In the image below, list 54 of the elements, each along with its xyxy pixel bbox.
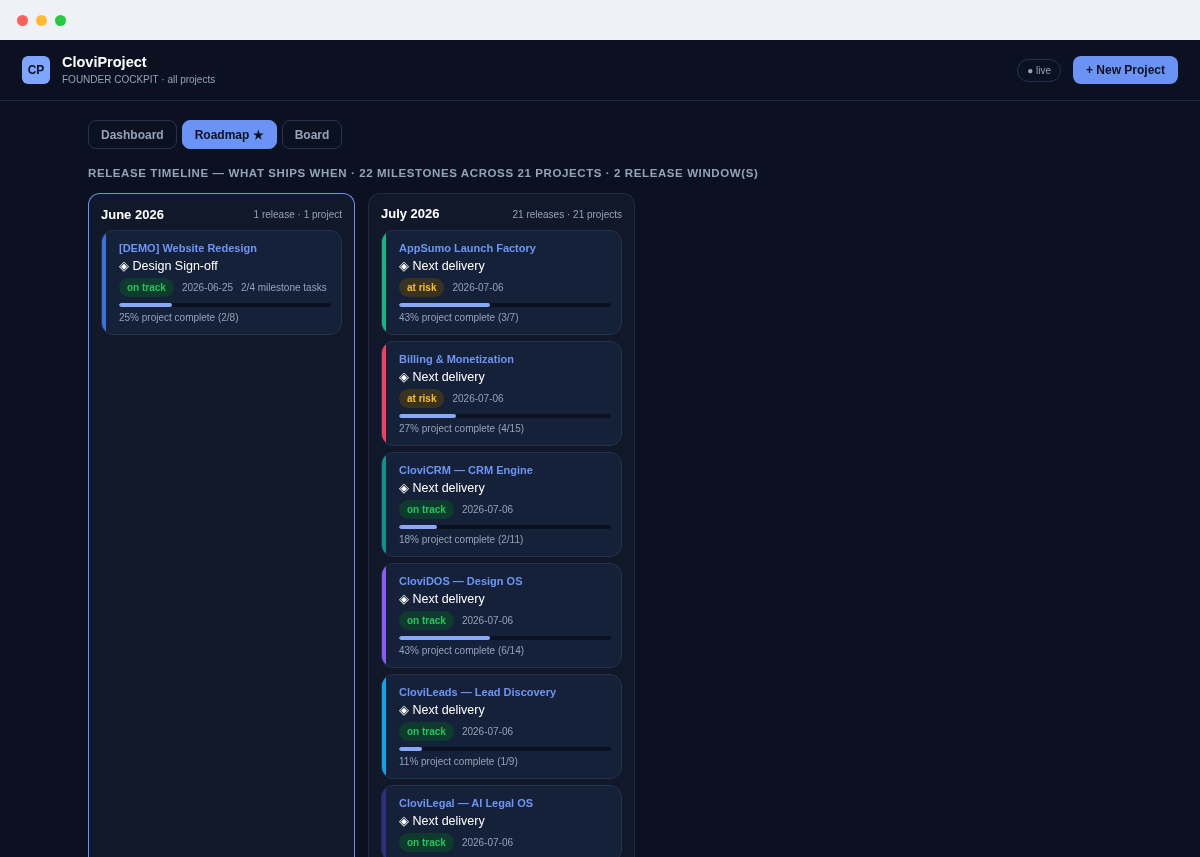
project-name[interactable]: CloviLegal — AI Legal OS (399, 794, 611, 811)
new-project-button[interactable]: + New Project (1072, 56, 1178, 84)
project-name[interactable]: CloviCRM — CRM Engine (399, 461, 611, 478)
status-badge: at risk (399, 277, 445, 297)
milestone-name: ◈ Design Sign-off (119, 258, 219, 276)
app-title: CloviProject (62, 53, 148, 71)
due-date: 2026-07-06 (461, 835, 514, 850)
month-summary: 21 releases · 21 projects (512, 207, 622, 222)
status-badge: at risk (399, 388, 445, 408)
milestone-name: ◈ Next delivery (399, 368, 486, 386)
milestone-name: ◈ Next delivery (399, 701, 486, 719)
task-count: 2/4 milestone tasks (241, 281, 327, 296)
app-subtitle: FOUNDER COCKPIT · all projects (62, 73, 216, 87)
project-name[interactable]: Billing & Monetization (399, 350, 611, 367)
due-date: 2026-06-25 (181, 281, 234, 296)
month-summary: 1 release · 1 project (253, 207, 342, 222)
milestone-name: ◈ Next delivery (399, 257, 486, 275)
release-card[interactable]: CloviLegal — AI Legal OS ◈ Next delivery on track 2026-07-06 (381, 784, 622, 857)
release-card[interactable]: CloviDOS — Design OS ◈ Next delivery on track 2026-07-06 43% project complete (6/14) (381, 562, 622, 668)
milestone-name: ◈ Next delivery (399, 812, 486, 830)
status-badge: on track (399, 721, 454, 741)
due-date: 2026-07-06 (452, 391, 504, 406)
due-date: 2026-07-06 (452, 280, 504, 295)
status-badge: on track (399, 832, 454, 852)
due-date: 2026-07-06 (461, 724, 514, 739)
month-title: June 2026 (101, 205, 164, 224)
progress-text: 18% project complete (2/11) (399, 532, 525, 547)
project-name[interactable]: CloviDOS — Design OS (399, 572, 611, 589)
nav-tab[interactable]: Roadmap ★ (181, 120, 277, 149)
nav-tab[interactable]: Board (281, 120, 343, 149)
project-name[interactable]: CloviLeads — Lead Discovery (399, 683, 611, 700)
release-card[interactable]: Billing & Monetization ◈ Next delivery at risk 2026-07-06 27% project complete (4/15) (381, 340, 622, 446)
app-logo: CP (22, 56, 50, 84)
project-name[interactable]: AppSumo Launch Factory (399, 239, 611, 256)
progress-text: 11% project complete (1/9) (399, 754, 519, 769)
month-title: July 2026 (381, 205, 440, 224)
timeline-heading: RELEASE TIMELINE — WHAT SHIPS WHEN · 22 MILESTONES ACROSS 21 PROJECTS · 2 RELEASE WINDOW(S) (88, 166, 760, 181)
project-name[interactable]: [DEMO] Website Redesign (119, 240, 331, 257)
progress-text: 25% project complete (2/8) (119, 311, 240, 326)
release-card[interactable]: CloviLeads — Lead Discovery ◈ Next delivery on track 2026-07-06 11% project complete (1/9) (381, 673, 622, 779)
progress-text: 43% project complete (6/14) (399, 643, 526, 658)
due-date: 2026-07-06 (461, 502, 514, 517)
progress-text: 27% project complete (4/15) (399, 421, 526, 436)
nav-tab[interactable]: Dashboard (88, 120, 177, 149)
due-date: 2026-07-06 (461, 613, 514, 628)
status-badge: on track (399, 610, 454, 630)
milestone-name: ◈ Next delivery (399, 590, 486, 608)
status-badge: on track (119, 278, 174, 298)
release-card[interactable]: [DEMO] Website Redesign ◈ Design Sign-off on track 2026-06-25 2/4 milestone tasks 25% project complete (2/8) (101, 230, 342, 336)
release-card[interactable]: AppSumo Launch Factory ◈ Next delivery at risk 2026-07-06 43% project complete (3/7) (381, 229, 622, 335)
status-badge: on track (399, 499, 454, 519)
progress-text: 43% project complete (3/7) (399, 310, 520, 325)
milestone-name: ◈ Next delivery (399, 479, 486, 497)
release-card[interactable]: CloviCRM — CRM Engine ◈ Next delivery on track 2026-07-06 18% project complete (2/11) (381, 451, 622, 557)
